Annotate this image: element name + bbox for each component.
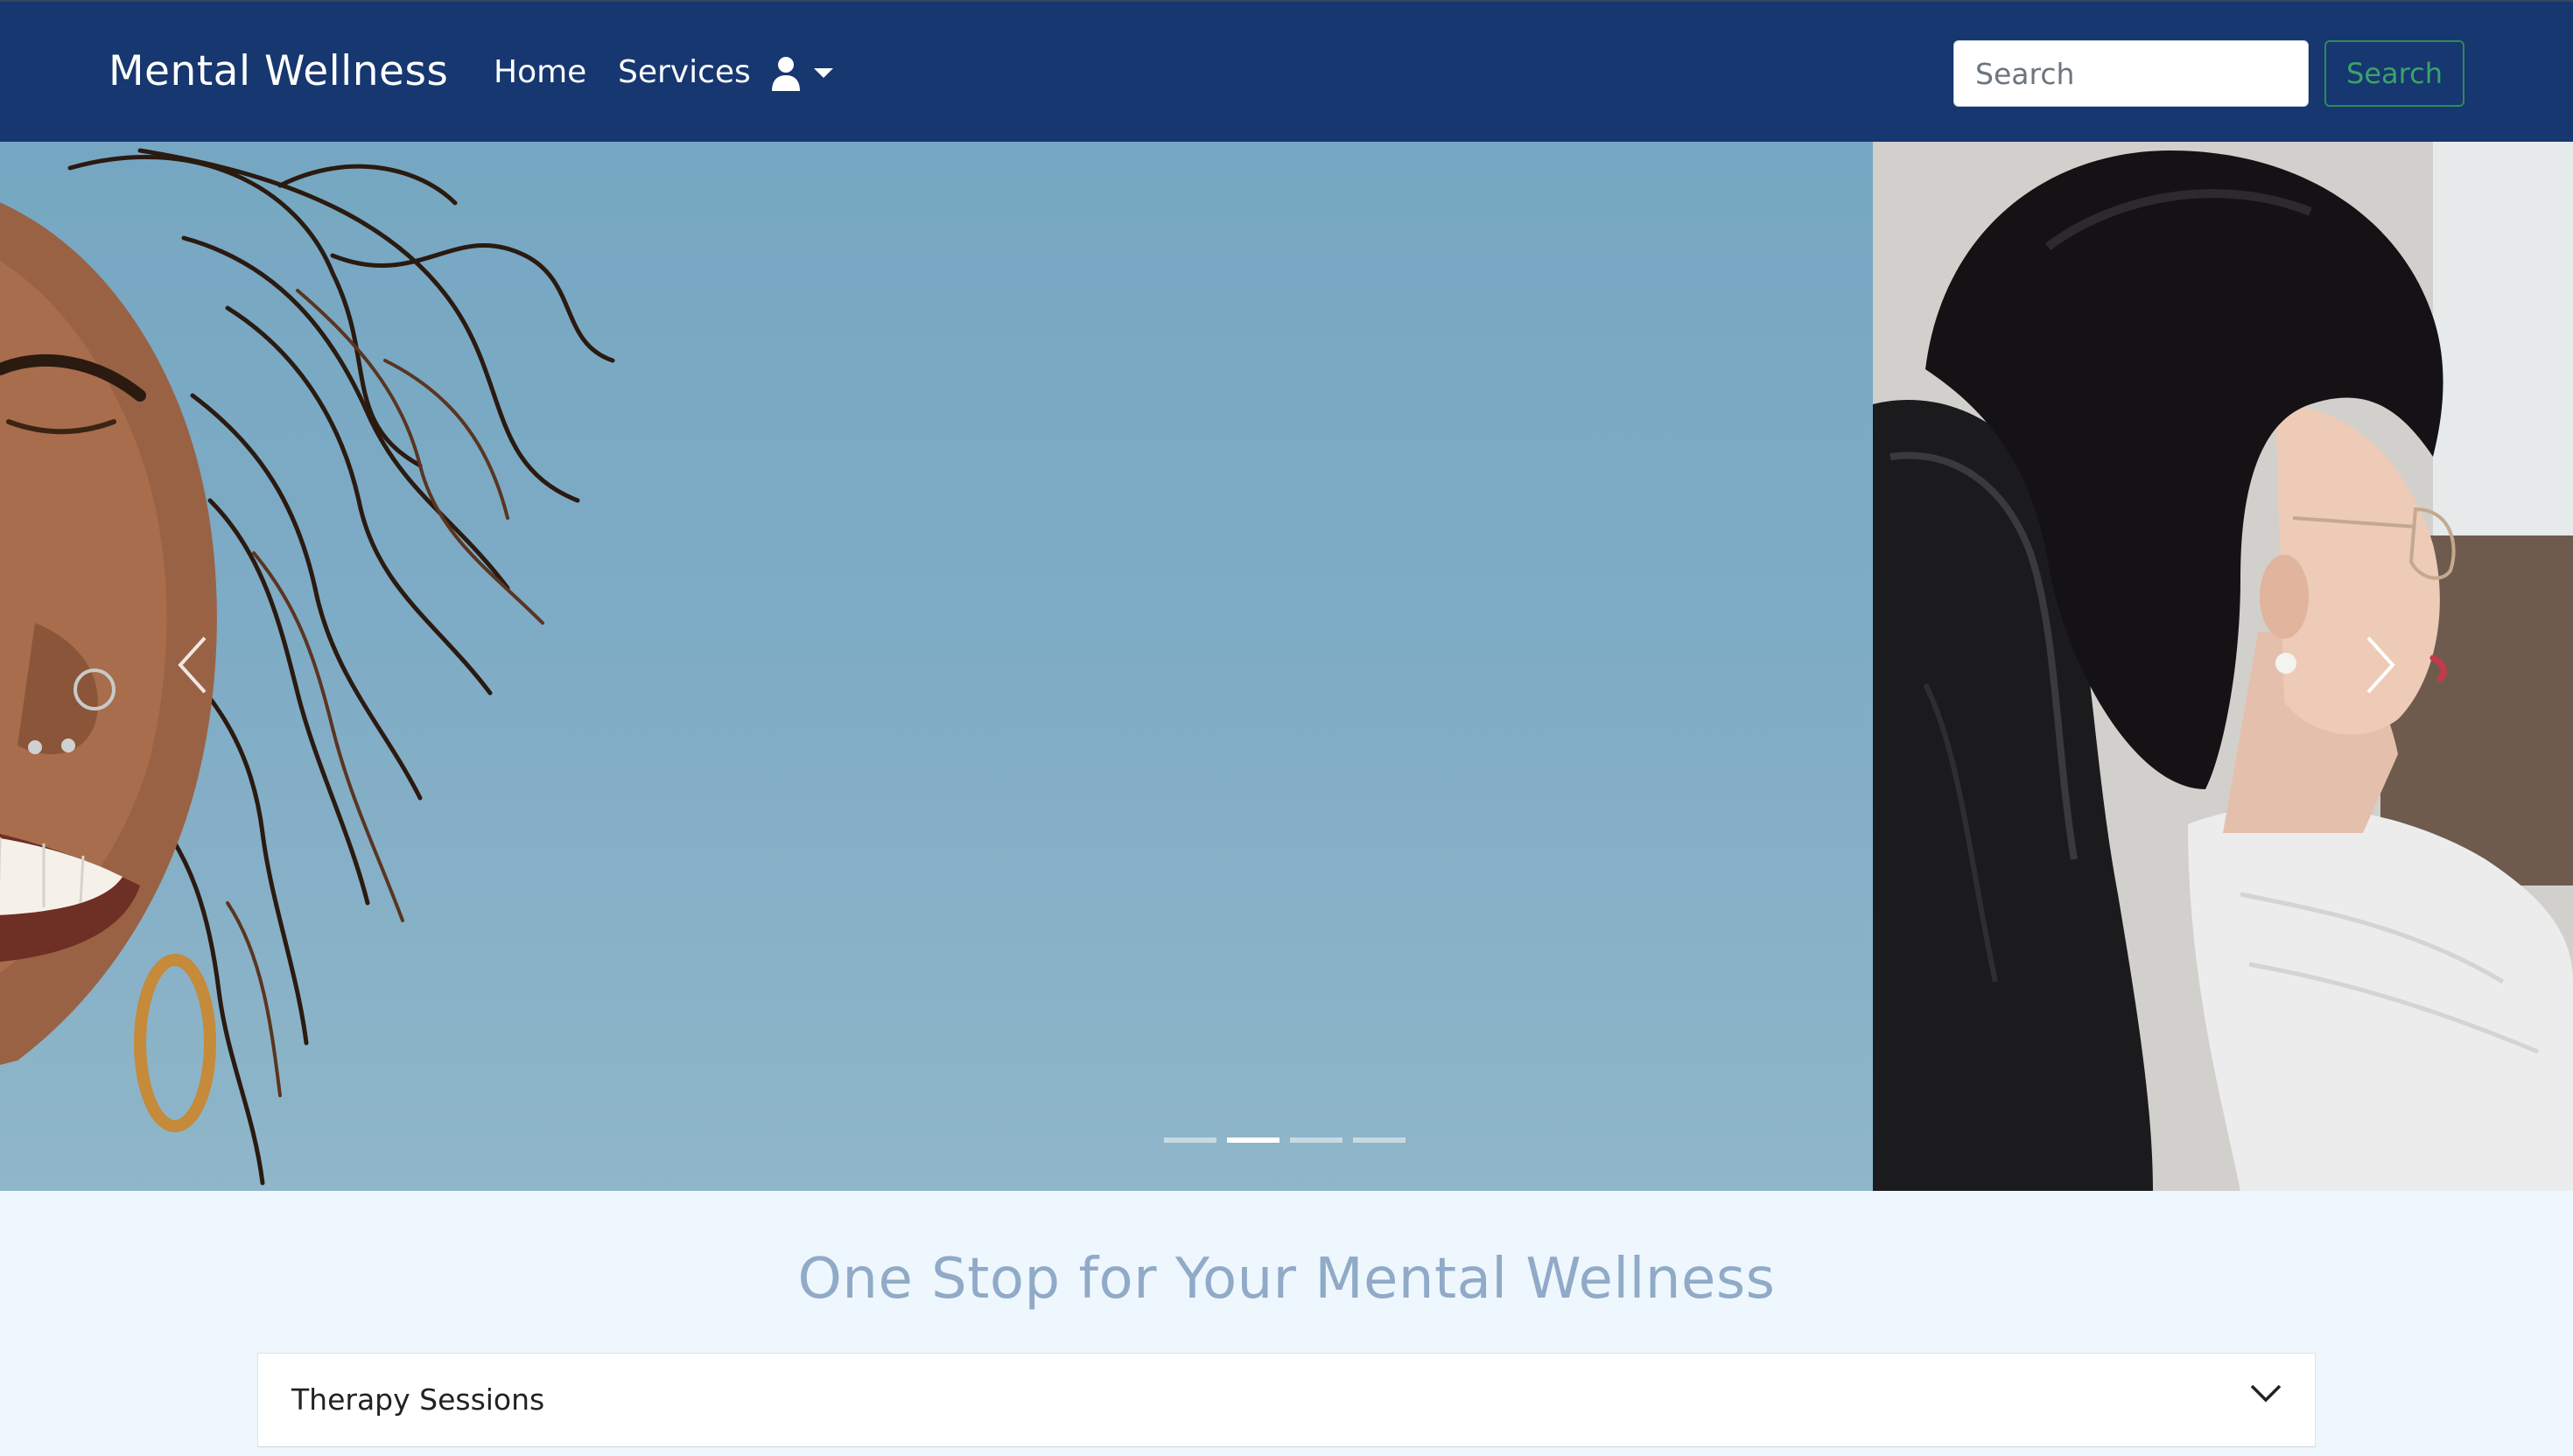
main-content: One Stop for Your Mental Wellness Therap… xyxy=(0,1191,2573,1456)
chevron-right-icon xyxy=(2363,634,2398,699)
carousel-indicator-2[interactable] xyxy=(1227,1138,1279,1143)
accordion-title: Therapy Sessions xyxy=(291,1382,545,1417)
carousel-indicators xyxy=(1164,1138,1406,1143)
woman-in-chair-image xyxy=(1873,142,2573,1191)
page-headline: One Stop for Your Mental Wellness xyxy=(797,1247,1776,1312)
caret-down-icon xyxy=(814,68,833,79)
nav-link-home[interactable]: Home xyxy=(494,51,586,94)
search-button[interactable]: Search xyxy=(2324,40,2464,107)
chevron-left-icon xyxy=(175,634,210,699)
carousel-indicator-4[interactable] xyxy=(1353,1138,1406,1143)
user-menu-toggle[interactable] xyxy=(770,51,837,96)
smiling-woman-image xyxy=(0,148,615,1186)
navbar: Mental Wellness Home Services Search xyxy=(0,0,2573,142)
carousel-prev-button[interactable] xyxy=(123,579,263,754)
carousel-slide-next-preview xyxy=(1873,142,2573,1191)
carousel-slide-active xyxy=(0,142,1873,1191)
brand-logo[interactable]: Mental Wellness xyxy=(109,46,448,98)
user-icon xyxy=(770,56,802,91)
carousel-next-button[interactable] xyxy=(2310,579,2450,754)
carousel-indicator-3[interactable] xyxy=(1290,1138,1343,1143)
carousel-indicator-1[interactable] xyxy=(1164,1138,1216,1143)
chevron-down-icon xyxy=(2250,1383,2282,1406)
nav-link-services[interactable]: Services xyxy=(618,51,751,94)
hero-carousel xyxy=(0,142,2573,1191)
accordion-item-therapy-sessions[interactable]: Therapy Sessions xyxy=(257,1353,2316,1447)
search-input[interactable] xyxy=(1953,40,2309,107)
